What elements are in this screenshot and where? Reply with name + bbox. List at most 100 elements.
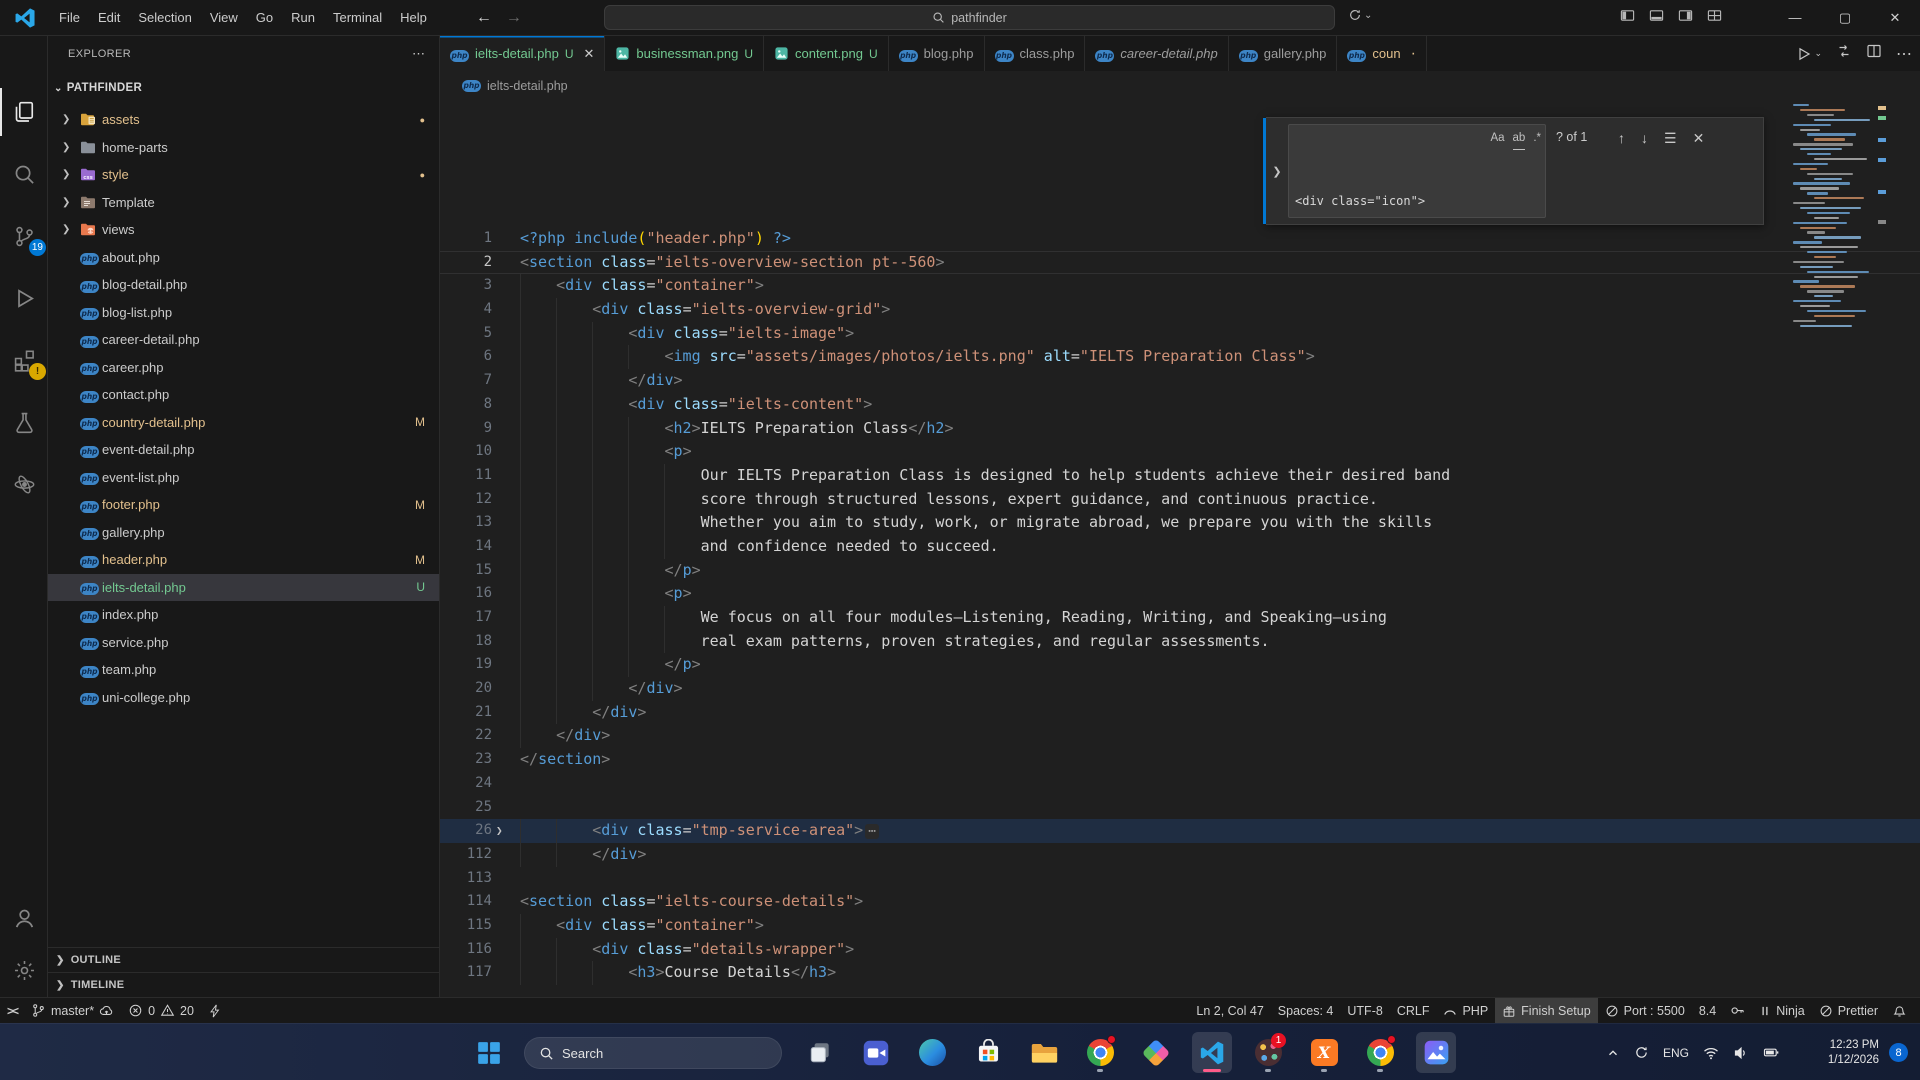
menu-file[interactable]: File bbox=[50, 6, 89, 29]
status-live-server-port[interactable]: Port : 5500 bbox=[1598, 998, 1692, 1023]
tree-item-about-php[interactable]: phpabout.php bbox=[48, 244, 439, 272]
code-line-4[interactable]: 4 <div class="ielts-overview-grid"> bbox=[440, 298, 1920, 322]
tree-item-career-php[interactable]: phpcareer.php bbox=[48, 354, 439, 382]
explorer-more-actions[interactable]: ⋯ bbox=[412, 46, 425, 62]
find-widget-sash[interactable] bbox=[1263, 118, 1266, 224]
breadcrumb[interactable]: php ielts-detail.php bbox=[440, 71, 1920, 100]
tab-ielts-detail-php[interactable]: phpielts-detail.phpU✕ bbox=[440, 36, 605, 71]
tree-item-country-detail-php[interactable]: phpcountry-detail.phpM bbox=[48, 409, 439, 437]
taskbar-app-chrome[interactable] bbox=[1080, 1032, 1120, 1073]
fold-chevron-icon[interactable]: ❯ bbox=[496, 819, 503, 843]
tree-item-style[interactable]: ❯cssstyle● bbox=[48, 161, 439, 189]
menu-terminal[interactable]: Terminal bbox=[324, 6, 391, 29]
find-input[interactable]: Aa ab .* <div class="icon"> <!-- < <img … bbox=[1288, 124, 1546, 218]
code-line-15[interactable]: 15 </p> bbox=[440, 559, 1920, 583]
code-line-21[interactable]: 21 </div> bbox=[440, 701, 1920, 725]
find-in-selection-icon[interactable]: ☰ bbox=[1664, 130, 1677, 224]
tab-businessman-png[interactable]: businessman.pngU bbox=[605, 36, 764, 71]
code-line-24[interactable]: 24 bbox=[440, 772, 1920, 796]
code-line-9[interactable]: 9 <h2>IELTS Preparation Class</h2> bbox=[440, 417, 1920, 441]
language-indicator[interactable]: ENG bbox=[1663, 1046, 1689, 1060]
activity-search[interactable] bbox=[0, 150, 48, 198]
toggle-sidebar-left-icon[interactable] bbox=[1618, 6, 1637, 25]
close-find-icon[interactable]: ✕ bbox=[1693, 130, 1705, 224]
status-notifications-bell[interactable] bbox=[1885, 998, 1914, 1023]
menu-selection[interactable]: Selection bbox=[129, 6, 200, 29]
status-git-branch[interactable]: master* bbox=[24, 998, 121, 1023]
minimize-button[interactable]: — bbox=[1770, 0, 1820, 35]
code-line-23[interactable]: 23</section> bbox=[440, 748, 1920, 772]
code-line-13[interactable]: 13 Whether you aim to study, work, or mi… bbox=[440, 511, 1920, 535]
code-line-26[interactable]: 26❯ <div class="tmp-service-area">⋯ bbox=[440, 819, 1920, 843]
split-editor-icon[interactable] bbox=[1866, 43, 1882, 64]
tray-chevron-up-icon[interactable] bbox=[1606, 1046, 1620, 1060]
code-line-25[interactable]: 25 bbox=[440, 796, 1920, 820]
tree-item-service-php[interactable]: phpservice.php bbox=[48, 629, 439, 657]
refresh-dropdown-icon[interactable]: ⌄ bbox=[1348, 8, 1372, 22]
status-prettier[interactable]: Prettier bbox=[1812, 998, 1885, 1023]
status-problems[interactable]: 020 bbox=[121, 998, 201, 1023]
tab-career-detail-php[interactable]: phpcareer-detail.php bbox=[1085, 36, 1228, 71]
status-thunder[interactable] bbox=[201, 998, 229, 1023]
tree-item-event-list-php[interactable]: phpevent-list.php bbox=[48, 464, 439, 492]
code-line-112[interactable]: 112 </div> bbox=[440, 843, 1920, 867]
tray-clock[interactable]: 12:23 PM 1/12/2026 bbox=[1795, 1038, 1879, 1068]
activity-source-control[interactable]: 19 bbox=[0, 212, 48, 260]
match-case-icon[interactable]: Aa bbox=[1490, 128, 1504, 150]
code-line-22[interactable]: 22 </div> bbox=[440, 724, 1920, 748]
code-line-19[interactable]: 19 </p> bbox=[440, 653, 1920, 677]
code-line-11[interactable]: 11 Our IELTS Preparation Class is design… bbox=[440, 464, 1920, 488]
taskbar-app-xampp[interactable]: X bbox=[1304, 1032, 1344, 1073]
taskbar-app-file-explorer[interactable] bbox=[1024, 1032, 1064, 1073]
menu-help[interactable]: Help bbox=[391, 6, 436, 29]
taskbar-app-video-call[interactable] bbox=[856, 1032, 896, 1073]
taskbar-search-box[interactable]: Search bbox=[524, 1037, 782, 1069]
status-key[interactable] bbox=[1723, 998, 1752, 1023]
code-line-113[interactable]: 113 bbox=[440, 867, 1920, 891]
taskbar-app-chrome-2[interactable] bbox=[1360, 1032, 1400, 1073]
status-indentation[interactable]: Spaces: 4 bbox=[1271, 998, 1341, 1023]
tree-item-footer-php[interactable]: phpfooter.phpM bbox=[48, 491, 439, 519]
menu-view[interactable]: View bbox=[201, 6, 247, 29]
forward-arrow-icon[interactable]: → bbox=[506, 9, 522, 27]
project-root-folder[interactable]: ⌄ PATHFINDER bbox=[48, 76, 439, 100]
notification-count-badge[interactable]: 8 bbox=[1889, 1043, 1908, 1062]
code-line-20[interactable]: 20 </div> bbox=[440, 677, 1920, 701]
tree-item-team-php[interactable]: phpteam.php bbox=[48, 656, 439, 684]
activity-run-debug[interactable] bbox=[0, 274, 48, 322]
tab-class-php[interactable]: phpclass.php bbox=[985, 36, 1086, 71]
status-php-version[interactable]: 8.4 bbox=[1692, 998, 1723, 1023]
code-line-17[interactable]: 17 We focus on all four modules—Listenin… bbox=[440, 606, 1920, 630]
tree-item-index-php[interactable]: phpindex.php bbox=[48, 601, 439, 629]
tab-content-png[interactable]: content.pngU bbox=[764, 36, 889, 71]
tree-item-home-parts[interactable]: ❯home-parts bbox=[48, 134, 439, 162]
battery-icon[interactable] bbox=[1763, 1045, 1780, 1060]
timeline-panel-header[interactable]: ❯ TIMELINE bbox=[48, 972, 439, 997]
taskbar-app-microsoft-store[interactable] bbox=[968, 1032, 1008, 1073]
customize-layout-icon[interactable] bbox=[1705, 6, 1724, 25]
code-line-2[interactable]: 2<section class="ielts-overview-section … bbox=[440, 251, 1920, 275]
code-line-12[interactable]: 12 score through structured lessons, exp… bbox=[440, 488, 1920, 512]
status-finish-setup[interactable]: Finish Setup bbox=[1495, 998, 1597, 1023]
tree-item-Template[interactable]: ❯Template bbox=[48, 189, 439, 217]
code-line-8[interactable]: 8 <div class="ielts-content"> bbox=[440, 393, 1920, 417]
code-line-18[interactable]: 18 real exam patterns, proven strategies… bbox=[440, 630, 1920, 654]
tree-item-views[interactable]: ❯<>views bbox=[48, 216, 439, 244]
code-line-116[interactable]: 116 <div class="details-wrapper"> bbox=[440, 938, 1920, 962]
menu-edit[interactable]: Edit bbox=[89, 6, 129, 29]
tree-item-blog-detail-php[interactable]: phpblog-detail.php bbox=[48, 271, 439, 299]
wifi-icon[interactable] bbox=[1703, 1045, 1719, 1061]
activity-extensions[interactable]: ! bbox=[0, 336, 48, 384]
code-line-1[interactable]: 1<?php include("header.php") ?> bbox=[440, 227, 1920, 251]
menu-go[interactable]: Go bbox=[247, 6, 282, 29]
code-line-3[interactable]: 3 <div class="container"> bbox=[440, 274, 1920, 298]
code-line-6[interactable]: 6 <img src="assets/images/photos/ielts.p… bbox=[440, 345, 1920, 369]
taskbar-app-dots-app[interactable]: 1 bbox=[1248, 1032, 1288, 1073]
tree-item-career-detail-php[interactable]: phpcareer-detail.php bbox=[48, 326, 439, 354]
tray-sync-icon[interactable] bbox=[1634, 1045, 1649, 1060]
tree-item-blog-list-php[interactable]: phpblog-list.php bbox=[48, 299, 439, 327]
toggle-replace-icon[interactable]: ❯ bbox=[1266, 118, 1288, 224]
maximize-button[interactable]: ▢ bbox=[1820, 0, 1870, 35]
activity-settings-gear[interactable] bbox=[0, 946, 48, 994]
status-encoding[interactable]: UTF-8 bbox=[1340, 998, 1389, 1023]
